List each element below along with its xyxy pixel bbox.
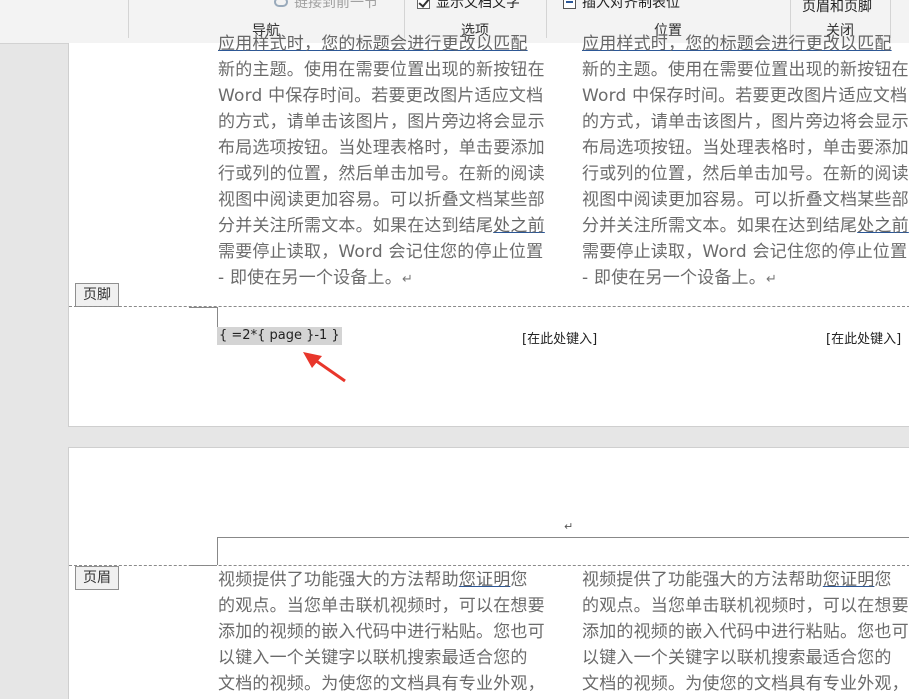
show-document-text-label: 显示文档文字 xyxy=(436,0,520,11)
text-line-part: 应用样式时，您的标题会进行更改以匹配 xyxy=(218,34,528,54)
text-line-part: 视频提供了功能强大的方法帮助 xyxy=(582,570,823,590)
text-line: 行或列的位置，然后单击加号。在新的阅读 xyxy=(218,164,545,184)
text-line: 分并关注所需文本。如果在达到结尾处之前 xyxy=(218,213,550,239)
paragraph-mark: ↵ xyxy=(401,272,414,287)
ribbon-separator xyxy=(128,0,129,38)
body-column-right[interactable]: 视频提供了功能强大的方法帮助您证明您 的观点。当您单击联机视频时，可以在想要 添… xyxy=(582,567,909,697)
text-line: Word 中保存时间。若要更改图片适应文档 xyxy=(582,86,908,106)
margin-corner xyxy=(217,307,218,327)
text-line-part: 视频提供了功能强大的方法帮助 xyxy=(218,570,459,590)
text-line-part: 处之前 xyxy=(857,216,909,236)
text-line-part: 分并关注所需文本。如果在达到结尾 xyxy=(582,216,858,236)
text-line-part: 分并关注所需文本。如果在达到结尾 xyxy=(218,216,494,236)
text-line-part: 您 xyxy=(510,570,528,590)
text-line: 布局选项按钮。当处理表格时，单击要添加 xyxy=(218,138,545,158)
document-page-1: 应用样式时，您的标题会进行更改以匹配 新的主题。使用在需要位置出现的新按钮在 W… xyxy=(68,34,909,427)
footer-tag[interactable]: 页脚 xyxy=(75,283,119,307)
text-line: 布局选项按钮。当处理表格时，单击要添加 xyxy=(582,138,909,158)
link-to-previous-label: 链接到前一节 xyxy=(294,0,378,11)
text-line: Word 中保存时间。若要更改图片适应文档 xyxy=(218,86,544,106)
text-line: 添加的视频的嵌入代码中进行粘贴。您也可 xyxy=(218,622,545,642)
text-line-part: 处之前 xyxy=(493,216,545,236)
text-line: 添加的视频的嵌入代码中进行粘贴。您也可 xyxy=(582,622,909,642)
insert-align-tab-button[interactable]: 插入对齐制表位 xyxy=(563,0,680,12)
body-column-left[interactable]: 应用样式时，您的标题会进行更改以匹配 新的主题。使用在需要位置出现的新按钮在 W… xyxy=(218,31,550,293)
header-paragraph-mark: ↵ xyxy=(564,520,574,533)
text-line: 视图中阅读更加容易。可以折叠文档某些部 xyxy=(582,190,909,210)
text-line: 需要停止读取，Word 会记住您的停止位置 xyxy=(582,242,908,262)
text-line-part: 您证明 xyxy=(822,570,875,590)
text-line: 新的主题。使用在需要位置出现的新按钮在 xyxy=(218,60,545,80)
text-line-part: - 即使在另一个设备上。 xyxy=(582,268,766,288)
text-line: 的方式，请单击该图片，图片旁边将会显示 xyxy=(582,112,909,132)
body-column-right[interactable]: 应用样式时，您的标题会进行更改以匹配 新的主题。使用在需要位置出现的新按钮在 W… xyxy=(582,31,909,293)
margin-corner xyxy=(189,307,217,308)
text-line: 的观点。当您单击联机视频时，可以在想要 xyxy=(582,596,909,616)
paragraph-mark: ↵ xyxy=(765,272,778,287)
text-line-part: 您 xyxy=(874,570,892,590)
link-to-previous-button[interactable]: 链接到前一节 xyxy=(274,0,378,12)
text-line: 的方式，请单击该图片，图片旁边将会显示 xyxy=(218,112,545,132)
text-line: 视频提供了功能强大的方法帮助您证明您 xyxy=(582,567,909,593)
text-line: 新的主题。使用在需要位置出现的新按钮在 xyxy=(582,60,909,80)
text-line: 文档的视频。为使您的文档具有专业外观， xyxy=(218,674,545,694)
red-arrow-annotation xyxy=(303,352,346,383)
text-line: 应用样式时，您的标题会进行更改以匹配 xyxy=(582,31,909,57)
footer-placeholder-center[interactable]: [在此处键入] xyxy=(522,328,597,347)
body-column-left[interactable]: 视频提供了功能强大的方法帮助您证明您 的观点。当您单击联机视频时，可以在想要 添… xyxy=(218,567,550,697)
insert-align-tab-label: 插入对齐制表位 xyxy=(582,0,680,11)
text-line: 视图中阅读更加容易。可以折叠文档某些部 xyxy=(218,190,545,210)
text-line-part: 应用样式时，您的标题会进行更改以匹配 xyxy=(582,34,892,54)
text-line: 分并关注所需文本。如果在达到结尾处之前 xyxy=(582,213,909,239)
align-tab-icon xyxy=(563,0,576,9)
text-line-part: - 即使在另一个设备上。 xyxy=(218,268,402,288)
show-document-text-checkbox[interactable]: 显示文档文字 xyxy=(417,0,520,12)
link-icon xyxy=(274,0,288,7)
margin-corner xyxy=(217,537,218,565)
close-header-footer-button[interactable]: 页眉和页脚 xyxy=(802,0,872,16)
text-line: 应用样式时，您的标题会进行更改以匹配 xyxy=(218,31,550,57)
text-line: 视频提供了功能强大的方法帮助您证明您 xyxy=(218,567,550,593)
text-line: 以键入一个关键字以联机搜索最适合您的 xyxy=(218,648,528,668)
text-line: 的观点。当您单击联机视频时，可以在想要 xyxy=(218,596,545,616)
header-tag[interactable]: 页眉 xyxy=(75,566,119,590)
close-header-footer-label: 页眉和页脚 xyxy=(802,0,872,15)
footer-field-code[interactable]: { =2*{ page }-1 } xyxy=(217,327,342,345)
text-line: - 即使在另一个设备上。↵ xyxy=(218,265,550,293)
text-line: 以键入一个关键字以联机搜索最适合您的 xyxy=(582,648,892,668)
header-bottom-border xyxy=(217,537,909,538)
text-line: - 即使在另一个设备上。↵ xyxy=(582,265,909,293)
document-page-2: ↵ 页眉 视频提供了功能强大的方法帮助您证明您 的观点。当您单击联机视频时，可以… xyxy=(68,447,909,699)
text-line: 行或列的位置，然后单击加号。在新的阅读 xyxy=(582,164,909,184)
text-line: 文档的视频。为使您的文档具有专业外观， xyxy=(582,674,909,694)
text-line-part: 您证明 xyxy=(458,570,511,590)
checkbox-checked-icon xyxy=(417,0,430,9)
header-boundary xyxy=(69,565,909,566)
text-line: 需要停止读取，Word 会记住您的停止位置 xyxy=(218,242,544,262)
footer-placeholder-right[interactable]: [在此处键入] xyxy=(826,328,901,347)
